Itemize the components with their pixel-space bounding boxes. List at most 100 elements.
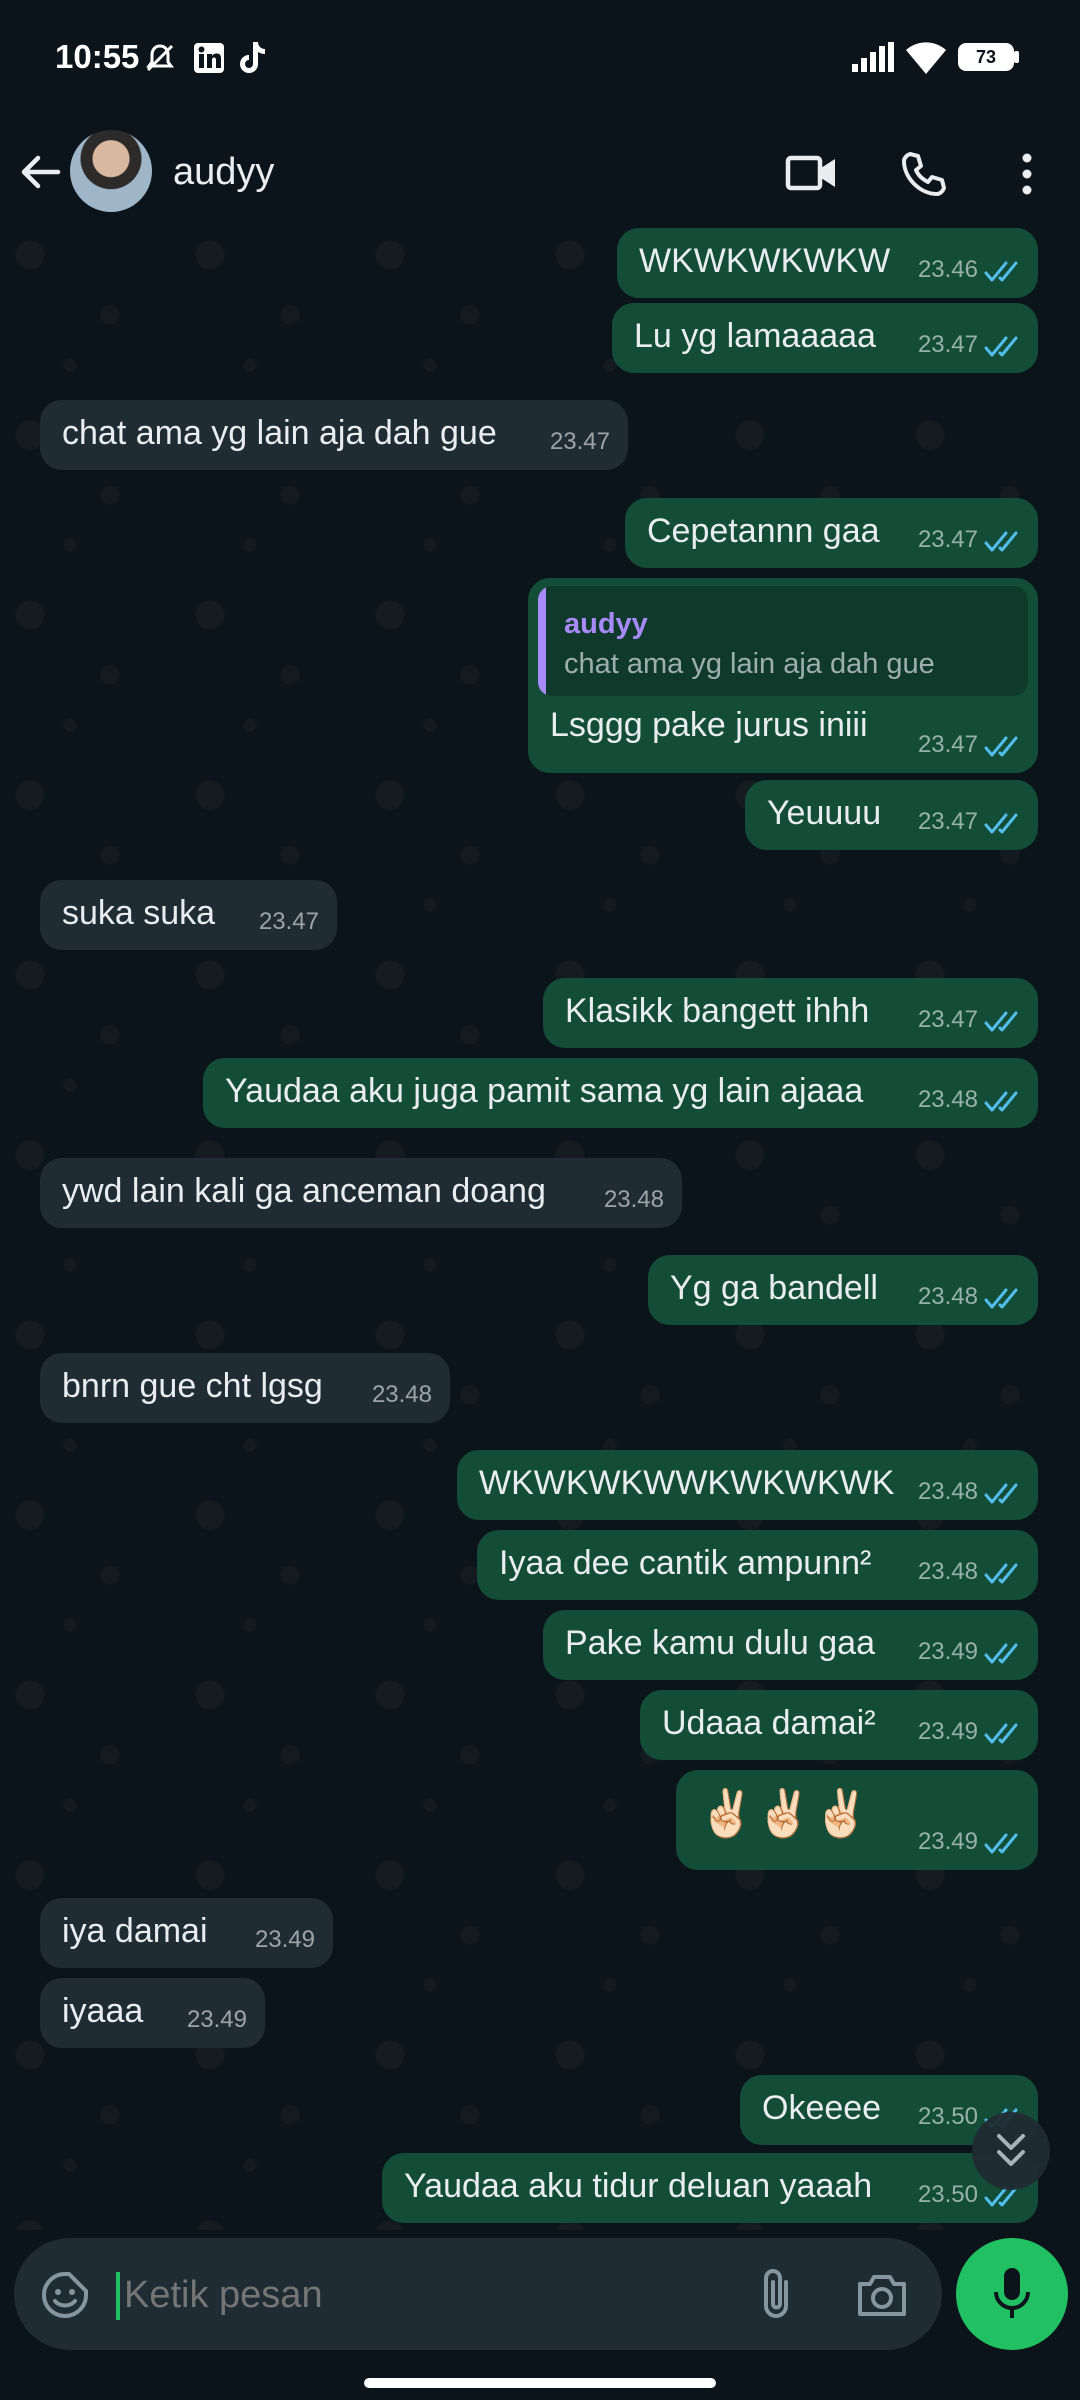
sticker-icon[interactable] (40, 2270, 90, 2320)
message-time: 23.50 (917, 2103, 978, 2130)
read-receipt-icon (984, 1562, 1024, 1586)
outgoing-message[interactable]: Iyaa dee cantik ampunn² 23.48 (477, 1530, 1038, 1600)
message-text: WKWKWKWWKWKWKWK (479, 1464, 895, 1502)
message-time: 23.47 (917, 331, 978, 358)
read-receipt-icon (984, 1722, 1024, 1746)
battery-tip (1014, 51, 1019, 63)
message-text: Iyaa dee cantik ampunn² (499, 1544, 872, 1582)
message-time: 23.47 (917, 526, 978, 553)
signal-icon (852, 42, 894, 72)
message-text: iyaaa (62, 1992, 144, 2030)
message-text: iya damai (62, 1912, 208, 1950)
message-list[interactable]: WKWKWKWKW 23.46 Lu yg lamaaaaa 23.47 chat am… (0, 225, 1080, 2245)
quoted-reply[interactable]: audyy chat ama yg lain aja dah gue (538, 586, 1028, 696)
message-text: ✌🏻✌🏻✌🏻 (698, 1787, 870, 1839)
message-text: Okeeee (762, 2089, 882, 2127)
message-time: 23.47 (917, 1006, 978, 1033)
attach-paperclip-icon[interactable] (756, 2266, 796, 2324)
read-receipt-icon (984, 530, 1024, 554)
message-time: 23.49 (254, 1926, 315, 1953)
message-text: Yaudaa aku tidur deluan yaaah (404, 2167, 873, 2205)
quote-text: chat ama yg lain aja dah gue (564, 648, 935, 680)
message-time: 23.49 (917, 1638, 978, 1665)
message-time: 23.48 (603, 1186, 664, 1213)
status-time: 10:55 (55, 38, 140, 75)
voice-message-button[interactable] (956, 2238, 1068, 2350)
message-time: 23.49 (186, 2006, 247, 2033)
text-cursor (116, 2272, 120, 2320)
outgoing-message[interactable]: Udaaa damai² 23.49 (640, 1690, 1038, 1760)
message-text: Pake kamu dulu gaa (565, 1624, 875, 1662)
incoming-message[interactable]: iyaaa 23.49 (40, 1978, 265, 2048)
incoming-message[interactable]: iya damai 23.49 (40, 1898, 333, 1968)
linkedin-icon (194, 43, 224, 73)
more-options-icon[interactable] (1015, 150, 1039, 198)
message-text: WKWKWKWKW (639, 242, 891, 280)
message-text: suka suka (62, 894, 216, 932)
outgoing-message[interactable]: Yeuuuu 23.47 (745, 780, 1038, 850)
outgoing-message[interactable]: audyy chat ama yg lain aja dah gue Lsggg p… (528, 578, 1038, 773)
battery-level: 73 (961, 46, 1011, 68)
read-receipt-icon (984, 1090, 1024, 1114)
message-input[interactable] (122, 2260, 746, 2330)
read-receipt-icon (984, 335, 1024, 359)
tiktok-icon (240, 42, 265, 73)
incoming-message[interactable]: bnrn gue cht lgsg 23.48 (40, 1353, 450, 1423)
message-text: Yaudaa aku juga pamit sama yg lain ajaaa (225, 1072, 864, 1110)
camera-icon[interactable] (856, 2272, 908, 2318)
contact-name[interactable]: audyy (173, 151, 274, 194)
outgoing-message[interactable]: Yg ga bandell 23.48 (648, 1255, 1038, 1325)
message-text: Lsggg pake jurus iniii (550, 706, 868, 744)
navigation-gesture-handle[interactable] (364, 2378, 716, 2388)
incoming-message[interactable]: chat ama yg lain aja dah gue 23.47 (40, 400, 628, 470)
outgoing-message[interactable]: Cepetannn gaa 23.47 (625, 498, 1038, 568)
message-time: 23.48 (917, 1283, 978, 1310)
message-time: 23.46 (917, 256, 978, 283)
message-text: Cepetannn gaa (647, 512, 880, 550)
read-receipt-icon (984, 812, 1024, 836)
message-text: Klasikk bangett ihhh (565, 992, 870, 1030)
message-text: Udaaa damai² (662, 1704, 876, 1742)
message-text: ywd lain kali ga anceman doang (62, 1172, 546, 1210)
composer-bar (0, 2230, 1080, 2400)
outgoing-message[interactable]: Pake kamu dulu gaa 23.49 (543, 1610, 1038, 1680)
incoming-message[interactable]: suka suka 23.47 (40, 880, 337, 950)
message-time: 23.48 (917, 1558, 978, 1585)
microphone-icon (994, 2268, 1030, 2318)
read-receipt-icon (984, 260, 1024, 284)
outgoing-message[interactable]: Yaudaa aku tidur deluan yaaah 23.50 (382, 2153, 1038, 2223)
message-time: 23.50 (917, 2181, 978, 2208)
quote-author: audyy (564, 608, 648, 640)
mute-notification-icon (146, 44, 174, 72)
quote-accent-bar (538, 586, 546, 696)
scroll-to-bottom-button[interactable] (972, 2112, 1050, 2190)
double-chevron-down-icon (997, 2134, 1025, 2166)
outgoing-message[interactable]: WKWKWKWKW 23.46 (617, 228, 1038, 298)
chat-header: audyy (0, 115, 1080, 225)
read-receipt-icon (984, 1287, 1024, 1311)
read-receipt-icon (984, 735, 1024, 759)
message-input-container[interactable] (14, 2238, 942, 2350)
back-arrow-icon[interactable] (18, 150, 62, 194)
message-text: Yg ga bandell (670, 1269, 878, 1307)
read-receipt-icon (984, 1482, 1024, 1506)
outgoing-message[interactable]: ✌🏻✌🏻✌🏻 23.49 (676, 1770, 1038, 1870)
outgoing-message[interactable]: Yaudaa aku juga pamit sama yg lain ajaaa… (203, 1058, 1038, 1128)
message-time: 23.48 (917, 1086, 978, 1113)
status-bar: 10:55 73 (0, 0, 1080, 115)
message-text: Lu yg lamaaaaa (634, 317, 876, 355)
video-call-icon[interactable] (785, 153, 837, 193)
message-time: 23.49 (917, 1828, 978, 1855)
outgoing-message[interactable]: WKWKWKWWKWKWKWK 23.48 (457, 1450, 1038, 1520)
avatar[interactable] (70, 130, 152, 212)
phone-icon[interactable] (900, 150, 948, 198)
incoming-message[interactable]: ywd lain kali ga anceman doang 23.48 (40, 1158, 682, 1228)
battery-icon: 73 (958, 43, 1014, 71)
outgoing-message[interactable]: Klasikk bangett ihhh 23.47 (543, 978, 1038, 1048)
outgoing-message[interactable]: Lu yg lamaaaaa 23.47 (612, 303, 1038, 373)
message-time: 23.47 (258, 908, 319, 935)
message-time: 23.47 (917, 808, 978, 835)
read-receipt-icon (984, 1832, 1024, 1856)
message-text: bnrn gue cht lgsg (62, 1367, 323, 1405)
message-time: 23.49 (917, 1718, 978, 1745)
